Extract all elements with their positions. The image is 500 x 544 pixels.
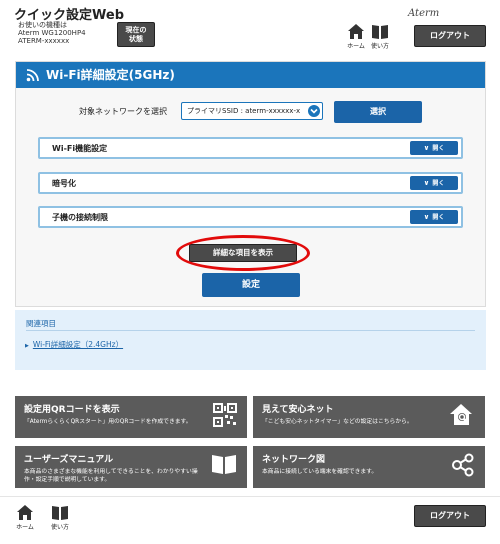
related-link-wifi-24ghz[interactable]: ▶ Wi-Fi詳細設定（2.4GHz）: [25, 339, 123, 350]
related-panel: 関連項目 ▶ Wi-Fi詳細設定（2.4GHz）: [15, 310, 486, 370]
home-icon: [17, 505, 33, 520]
book-icon: [372, 25, 388, 39]
tile-description: 本商品のさまざまな機能を利用してできることを、わかりやすい操作・設定手順で説明し…: [24, 469, 198, 483]
section-header: Wi-Fi詳細設定(5GHz): [16, 62, 485, 88]
status-button-line: 状態: [129, 35, 143, 43]
network-select-label: 対象ネットワークを選択: [79, 107, 167, 116]
footer-home-button[interactable]: ホーム: [11, 504, 39, 531]
current-status-button[interactable]: 現在の 状態: [117, 22, 155, 47]
model-info: お使いの機種は Aterm WG1200HP4 ATERM-xxxxxx: [18, 21, 86, 45]
chevron-down-icon: ∨: [423, 144, 430, 152]
footer-guide-button[interactable]: 使い方: [46, 504, 74, 531]
share-network-icon: [452, 453, 474, 477]
ssid-value: プライマリSSID : aterm-xxxxxx-x: [187, 107, 301, 115]
footer-logout-button[interactable]: ログアウト: [414, 505, 486, 527]
guide-label: 使い方: [370, 43, 389, 50]
chevron-down-icon: [308, 105, 320, 117]
related-link-label: Wi-Fi詳細設定（2.4GHz）: [32, 340, 124, 349]
model-line: ATERM-xxxxxx: [18, 37, 70, 45]
model-line: Aterm WG1200HP4: [18, 29, 86, 37]
ssid-select[interactable]: プライマリSSID : aterm-xxxxxx-x: [181, 102, 323, 120]
wifi-icon: [26, 69, 39, 82]
qr-code-icon: [213, 403, 237, 427]
accordion-label: 暗号化: [52, 179, 76, 188]
accordion-label: 子機の接続制限: [52, 213, 108, 222]
header: クイック設定Web お使いの機種は Aterm WG1200HP4 ATERM-…: [0, 0, 500, 56]
tile-description: 「こども安心ネットタイマー」などの設定はこちらから。: [262, 419, 413, 425]
open-button[interactable]: ∨ 開く: [410, 210, 458, 224]
tile-title: 見えて安心ネット: [262, 405, 334, 415]
tile-qr-code[interactable]: 設定用QRコードを表示 「AtermらくらくQRスタート」用のQRコードを作成で…: [15, 396, 247, 438]
status-button-line: 現在の: [125, 26, 147, 34]
home-label: ホーム: [16, 524, 34, 531]
accordion-wifi-function[interactable]: Wi-Fi機能設定 ∨ 開く: [38, 137, 463, 159]
select-button[interactable]: 選択: [334, 101, 422, 123]
chevron-down-icon: ∨: [423, 213, 430, 221]
tile-description: 「AtermらくらくQRスタート」用のQRコードを作成できます。: [24, 419, 192, 425]
tile-network-map[interactable]: ネットワーク図 本商品に接続している端末を確認できます。: [253, 446, 485, 488]
tile-description: 本商品に接続している端末を確認できます。: [262, 469, 378, 475]
open-button[interactable]: ∨ 開く: [410, 176, 458, 190]
highlight-annotation: [176, 235, 310, 271]
open-button[interactable]: ∨ 開く: [410, 141, 458, 155]
brand-logo: Aterm: [408, 8, 440, 19]
logout-button[interactable]: ログアウト: [414, 25, 486, 47]
guide-label: 使い方: [50, 524, 69, 531]
accordion-encryption[interactable]: 暗号化 ∨ 開く: [38, 172, 463, 194]
home-icon: [348, 24, 364, 39]
book-icon: [52, 506, 68, 520]
tile-safe-net[interactable]: 見えて安心ネット 「こども安心ネットタイマー」などの設定はこちらから。: [253, 396, 485, 438]
section-title: Wi-Fi詳細設定(5GHz): [46, 68, 175, 82]
book-icon: [212, 455, 236, 474]
divider: [26, 330, 475, 331]
accordion-label: Wi-Fi機能設定: [52, 144, 108, 153]
open-button-label: 開く: [432, 180, 445, 187]
settings-button[interactable]: 設定: [202, 273, 300, 297]
open-button-label: 開く: [432, 214, 445, 221]
tile-title: ネットワーク図: [262, 455, 326, 465]
open-button-label: 開く: [432, 145, 445, 152]
house-search-icon: [450, 404, 472, 425]
triangle-right-icon: ▶: [25, 343, 29, 349]
related-title: 関連項目: [26, 319, 56, 328]
accordion-client-restriction[interactable]: 子機の接続制限 ∨ 開く: [38, 206, 463, 228]
tile-title: ユーザーズマニュアル: [24, 455, 114, 465]
chevron-down-icon: ∨: [423, 179, 430, 187]
guide-button[interactable]: 使い方: [366, 23, 394, 50]
tile-user-manual[interactable]: ユーザーズマニュアル 本商品のさまざまな機能を利用してできることを、わかりやすい…: [15, 446, 247, 488]
model-line: お使いの機種は: [18, 21, 67, 29]
tile-title: 設定用QRコードを表示: [24, 405, 120, 415]
